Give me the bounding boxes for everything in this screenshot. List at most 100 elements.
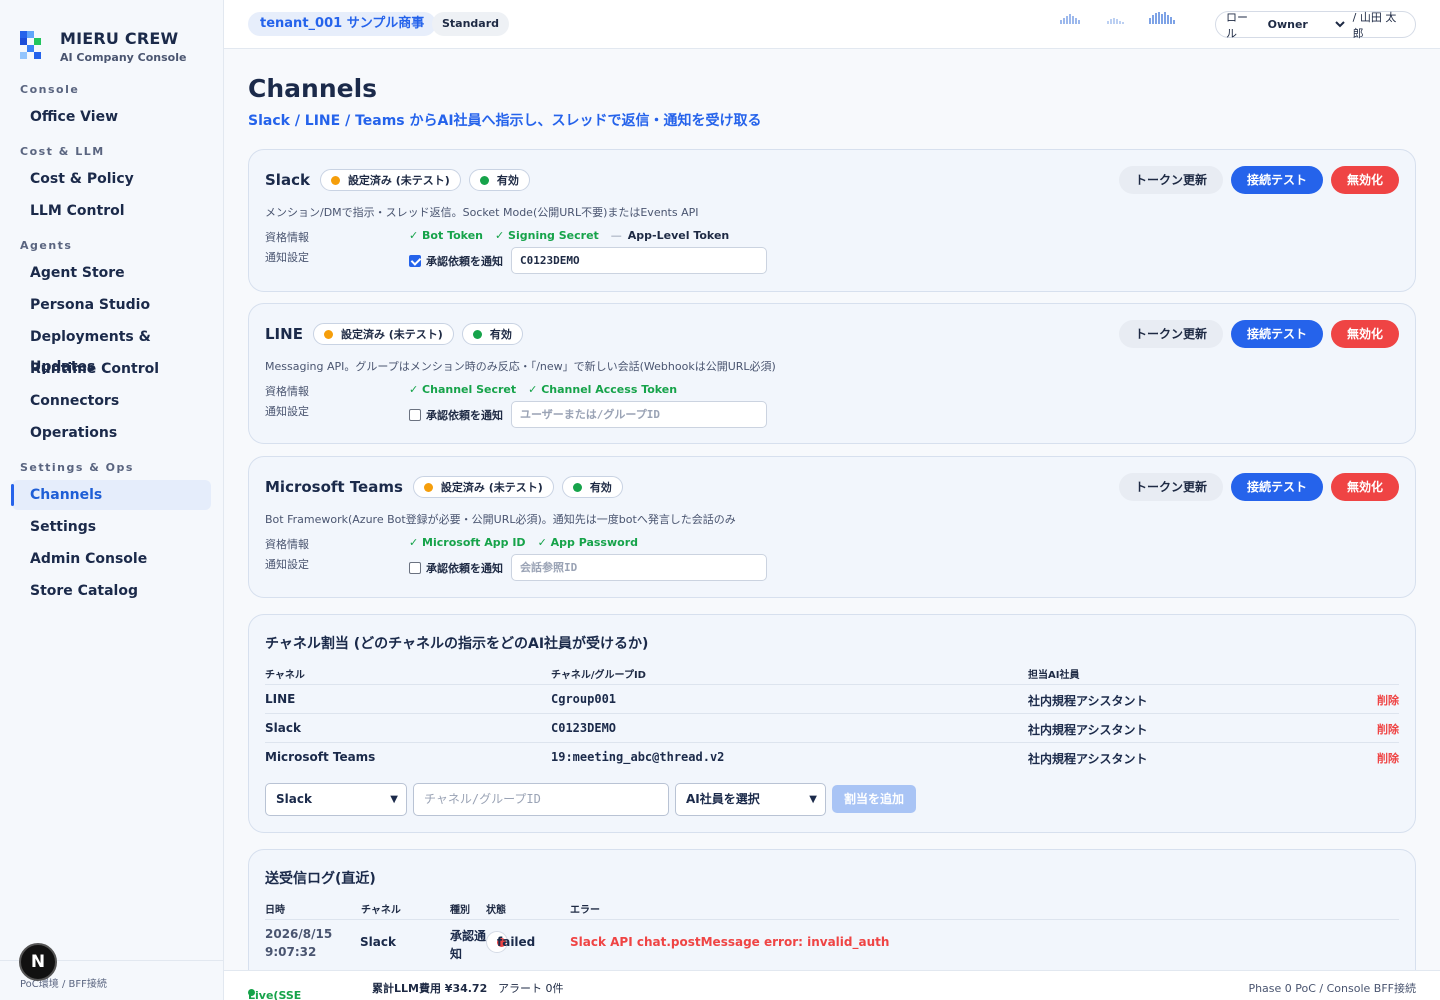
- credential-ok: ✓ Microsoft App ID: [409, 536, 526, 549]
- message-log-card: 送受信ログ(直近) 日時 チャネル 種別 状態 エラー 2026/8/15 9:…: [248, 849, 1416, 970]
- sidebar: MIERU CREW AI Company Console Console Of…: [0, 0, 224, 1000]
- sidebar-item-channels[interactable]: Channels: [11, 480, 211, 510]
- add-assignment-button[interactable]: 割当を追加: [832, 785, 917, 813]
- credential-ok: ✓ Signing Secret: [495, 229, 599, 242]
- page-subtitle: Slack / LINE / Teams からAI社員へ指示し、スレッドで返信・…: [248, 113, 762, 129]
- sidebar-item-office-view[interactable]: Office View: [12, 102, 211, 132]
- sidebar-item-connectors[interactable]: Connectors: [12, 386, 211, 416]
- status-badge-configured: 設定済み (未テスト): [319, 169, 461, 191]
- page-title: Channels: [248, 74, 378, 103]
- llm-cost: 累計LLM費用 ¥34.72: [372, 982, 488, 995]
- test-connection-button[interactable]: 接続テスト: [1230, 166, 1323, 194]
- notify-label: 通知設定: [265, 558, 309, 571]
- sidebar-item-store-catalog[interactable]: Store Catalog: [12, 576, 211, 606]
- delete-link[interactable]: 削除: [1377, 721, 1399, 737]
- plan-badge: Standard: [432, 12, 510, 36]
- column-header-id: チャネル/グループID: [551, 670, 646, 681]
- status-dot-icon: [572, 482, 582, 492]
- credential-ok: ✓ Channel Secret: [409, 383, 517, 396]
- disable-button[interactable]: 無効化: [1330, 320, 1399, 348]
- delete-link[interactable]: 削除: [1377, 692, 1399, 708]
- notify-checkbox[interactable]: [409, 254, 421, 267]
- nav-section-agents: Agents: [20, 239, 73, 252]
- notify-checkbox[interactable]: [409, 561, 421, 574]
- credentials-label: 資格情報: [265, 538, 309, 551]
- notify-target-input[interactable]: ユーザーまたは/グループID: [511, 401, 767, 428]
- status-dot-icon: [472, 329, 482, 339]
- sidebar-item-cost-policy[interactable]: Cost & Policy: [12, 164, 211, 194]
- test-connection-button[interactable]: 接続テスト: [1230, 473, 1323, 501]
- agent-select[interactable]: AI社員を選択 ▼: [675, 783, 826, 816]
- table-row: Microsoft Teams 19:meeting_abc@thread.v2…: [265, 742, 1399, 771]
- cell-agent: 社内規程アシスタント: [1028, 723, 1148, 737]
- notify-checkbox[interactable]: [409, 408, 421, 421]
- refresh-token-button[interactable]: トークン更新: [1118, 473, 1223, 501]
- group-id-input[interactable]: チャネル/グループID: [413, 783, 669, 816]
- column-header-channel: チャネル: [265, 670, 305, 681]
- credentials-label: 資格情報: [265, 231, 309, 244]
- sidebar-item-persona-studio[interactable]: Persona Studio: [12, 290, 211, 320]
- test-connection-button[interactable]: 接続テスト: [1230, 320, 1323, 348]
- notify-target-input[interactable]: C0123DEMO: [511, 247, 767, 274]
- main-content: Channels Slack / LINE / Teams からAI社員へ指示し…: [224, 49, 1440, 970]
- notify-target-input[interactable]: 会話参照ID: [511, 554, 767, 581]
- credentials-list: ✓ Microsoft App ID ✓ App Password: [409, 536, 650, 549]
- role-label: ロール: [1226, 10, 1248, 40]
- credentials-list: ✓ Bot Token ✓ Signing Secret — App-Level …: [409, 229, 729, 242]
- tenant-pill[interactable]: tenant_001 サンプル商事: [248, 12, 437, 36]
- status-badge-configured: 設定済み (未テスト): [312, 323, 454, 345]
- dev-tools-badge[interactable]: N: [19, 943, 57, 981]
- credentials-list: ✓ Channel Secret ✓ Channel Access Token: [409, 383, 689, 396]
- section-title: 送受信ログ(直近): [265, 871, 376, 887]
- refresh-token-button[interactable]: トークン更新: [1118, 166, 1223, 194]
- load-sparkline-icon: [1149, 12, 1175, 24]
- status-badge-enabled: 有効: [468, 169, 530, 191]
- brand-name: MIERU CREW: [60, 28, 179, 48]
- disable-button[interactable]: 無効化: [1330, 473, 1399, 501]
- notify-checkbox-label: 承認依頼を通知: [426, 561, 503, 575]
- column-header-error: エラー: [570, 905, 600, 916]
- brand-subtitle: AI Company Console: [60, 50, 187, 64]
- cell-error: Slack API chat.postMessage error: invali…: [570, 935, 890, 949]
- chevron-down-icon: ▼: [390, 794, 398, 805]
- sidebar-item-agent-store[interactable]: Agent Store: [12, 258, 211, 288]
- chevron-down-icon: [1334, 18, 1345, 31]
- nav-section-console: Console: [20, 83, 80, 96]
- table-row: 2026/8/15 9:07:32 Slack 承認通知 failed Slac…: [265, 919, 1399, 967]
- sidebar-item-admin-console[interactable]: Admin Console: [12, 544, 211, 574]
- status-dot-icon: [323, 329, 333, 339]
- channel-select[interactable]: Slack ▼: [265, 783, 407, 816]
- status-badge-enabled: 有効: [561, 476, 623, 498]
- channel-name: LINE: [265, 325, 303, 343]
- status-dot-icon: [479, 175, 489, 185]
- cell-id: C0123DEMO: [551, 721, 617, 735]
- role-select[interactable]: Owner: [1268, 18, 1335, 31]
- sidebar-item-deployments[interactable]: Deployments & Updates: [12, 322, 211, 375]
- sidebar-item-settings[interactable]: Settings: [12, 512, 211, 542]
- column-header-kind: 種別: [450, 905, 470, 916]
- credential-missing: — App-Level Token: [610, 229, 730, 242]
- status-dot-icon: [423, 482, 433, 492]
- column-header-agent: 担当AI社員: [1028, 670, 1080, 681]
- cell-channel: Slack: [265, 721, 301, 735]
- notify-label: 通知設定: [265, 405, 309, 418]
- column-header-channel: チャネル: [361, 905, 401, 916]
- column-header-date: 日時: [265, 905, 285, 916]
- channel-name: Microsoft Teams: [265, 478, 403, 496]
- channel-description: Bot Framework(Azure Bot登録が必要・公開URL必須)。通知…: [265, 513, 736, 526]
- brand: MIERU CREW AI Company Console: [0, 0, 223, 70]
- sidebar-item-runtime-control[interactable]: Runtime Control: [12, 354, 211, 384]
- delete-link[interactable]: 削除: [1377, 750, 1399, 766]
- cell-channel: LINE: [265, 692, 296, 706]
- disable-button[interactable]: 無効化: [1330, 166, 1399, 194]
- notify-checkbox-label: 承認依頼を通知: [426, 254, 503, 268]
- cell-date: 2026/8/15: [265, 927, 333, 941]
- notify-checkbox-label: 承認依頼を通知: [426, 408, 503, 422]
- sidebar-item-llm-control[interactable]: LLM Control: [12, 196, 211, 226]
- activity-sparkline-icon: [1060, 14, 1080, 24]
- current-user: / 山田 太郎: [1352, 10, 1397, 40]
- sidebar-item-operations[interactable]: Operations: [12, 418, 211, 448]
- role-switcher[interactable]: ロール Owner / 山田 太郎: [1215, 10, 1416, 40]
- nav-section-cost-llm: Cost & LLM: [20, 145, 105, 158]
- refresh-token-button[interactable]: トークン更新: [1118, 320, 1223, 348]
